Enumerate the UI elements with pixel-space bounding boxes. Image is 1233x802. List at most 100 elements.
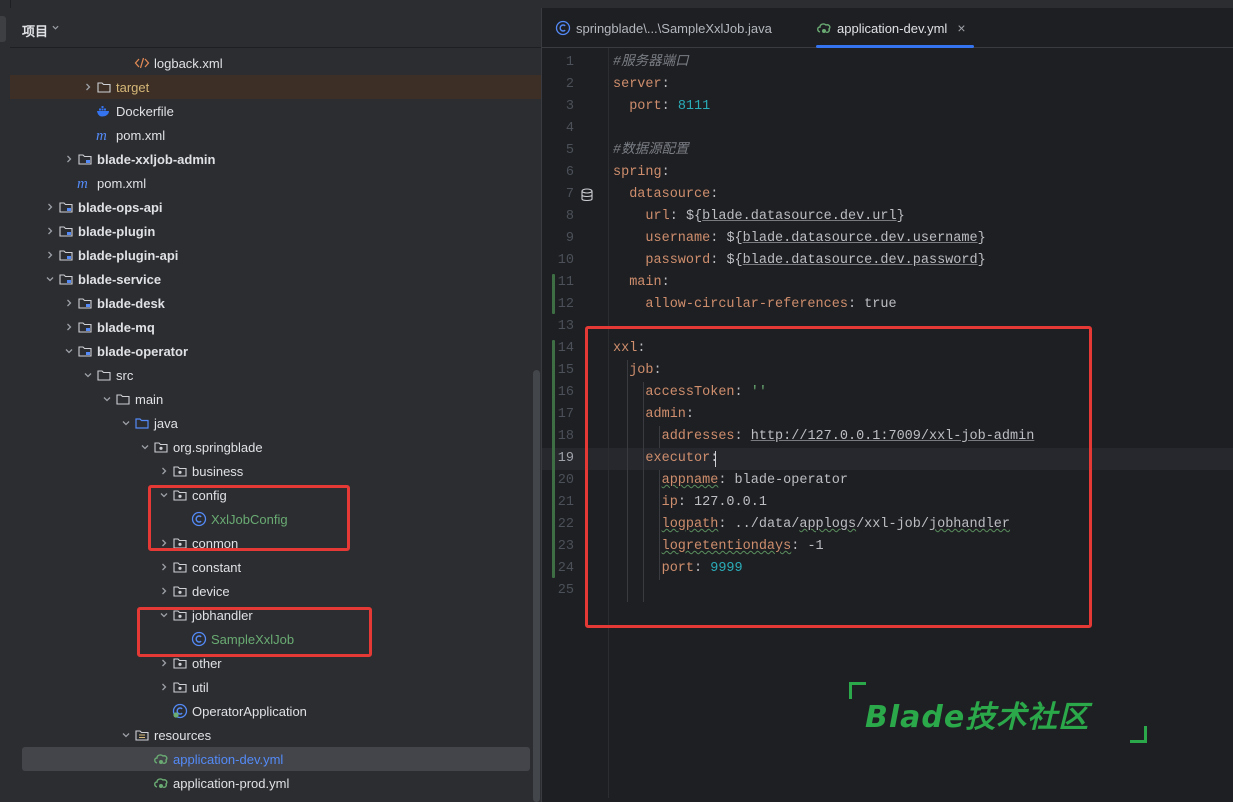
tree-item-xxljobconfig[interactable]: XxlJobConfig (10, 507, 541, 531)
chevron-right-icon[interactable] (61, 315, 77, 339)
chevron-down-icon[interactable] (156, 603, 172, 627)
code-line[interactable]: 1 #服务器端口 (542, 52, 1233, 74)
tree-item-other[interactable]: other (10, 651, 541, 675)
chevron-right-icon[interactable] (156, 555, 172, 579)
tree-item-pom-xml[interactable]: m pom.xml (10, 171, 541, 195)
tree-item-operatorapplication[interactable]: OperatorApplication (10, 699, 541, 723)
close-icon[interactable]: × (957, 20, 965, 36)
code-line[interactable]: 7 datasource: (542, 184, 1233, 206)
code-line[interactable]: 25 (542, 580, 1233, 602)
tree-item-device[interactable]: device (10, 579, 541, 603)
chevron-right-icon[interactable] (156, 651, 172, 675)
tree-item-conmon[interactable]: conmon (10, 531, 541, 555)
code-line[interactable]: 10 password: ${blade.datasource.dev.pass… (542, 250, 1233, 272)
code-line[interactable]: 6 spring: (542, 162, 1233, 184)
code-line[interactable]: 20 appname: blade-operator (542, 470, 1233, 492)
code-text: #服务器端口 (613, 55, 689, 70)
code-line[interactable]: 23 logretentiondays: -1 (542, 536, 1233, 558)
vcs-change-marker[interactable] (552, 274, 555, 314)
code-line[interactable]: 2 server: (542, 74, 1233, 96)
code-line[interactable]: 21 ip: 127.0.0.1 (542, 492, 1233, 514)
tree-item-config[interactable]: config (10, 483, 541, 507)
chevron-right-icon[interactable] (61, 291, 77, 315)
code-line[interactable]: 8 url: ${blade.datasource.dev.url} (542, 206, 1233, 228)
code-line[interactable]: 22 logpath: ../data/applogs/xxl-job/jobh… (542, 514, 1233, 536)
tree-item-blade-operator[interactable]: blade-operator (10, 339, 541, 363)
tree-item-main[interactable]: main (10, 387, 541, 411)
tree-item-blade-ops-api[interactable]: blade-ops-api (10, 195, 541, 219)
chevron-right-icon[interactable] (156, 675, 172, 699)
tree-item-label: jobhandler (192, 607, 253, 623)
chevron-right-icon[interactable] (42, 219, 58, 243)
code-line[interactable]: 3 port: 8111 (542, 96, 1233, 118)
module-icon (58, 247, 74, 263)
chevron-right-icon[interactable] (80, 75, 96, 99)
tree-item-dockerfile[interactable]: Dockerfile (10, 99, 541, 123)
vcs-change-marker[interactable] (552, 340, 555, 578)
project-panel-title[interactable]: 项目 (22, 21, 48, 40)
code-line[interactable]: 4 (542, 118, 1233, 140)
code-line[interactable]: 12 allow-circular-references: true (542, 294, 1233, 316)
code-line[interactable]: 5 #数据源配置 (542, 140, 1233, 162)
tree-item-blade-plugin[interactable]: blade-plugin (10, 219, 541, 243)
tree-item-label: device (192, 583, 230, 599)
code-line[interactable]: 18 addresses: http://127.0.0.1:7009/xxl-… (542, 426, 1233, 448)
tree-item-blade-service[interactable]: blade-service (10, 267, 541, 291)
tree-item-constant[interactable]: constant (10, 555, 541, 579)
tree-item-util[interactable]: util (10, 675, 541, 699)
tree-item-application-prod-yml[interactable]: application-prod.yml (10, 771, 541, 795)
code-line[interactable]: 19 executor: (542, 448, 1233, 470)
chevron-down-icon[interactable] (118, 411, 134, 435)
tree-item-java[interactable]: java (10, 411, 541, 435)
chevron-right-icon[interactable] (42, 195, 58, 219)
tree-scrollbar[interactable] (533, 370, 540, 802)
tree-item-blade-plugin-api[interactable]: blade-plugin-api (10, 243, 541, 267)
package-icon (172, 487, 188, 503)
database-icon[interactable] (580, 188, 594, 202)
tree-item-org-springblade[interactable]: org.springblade (10, 435, 541, 459)
project-tool-indicator[interactable] (0, 16, 6, 42)
tree-item-pom-xml[interactable]: m pom.xml (10, 123, 541, 147)
chevron-down-icon[interactable] (118, 723, 134, 747)
chevron-down-icon[interactable] (61, 339, 77, 363)
chevron-down-icon[interactable] (99, 387, 115, 411)
tree-item-target[interactable]: target (10, 75, 541, 99)
code-line[interactable]: 17 admin: (542, 404, 1233, 426)
tree-item-logback-xml[interactable]: logback.xml (10, 51, 541, 75)
chevron-right-icon[interactable] (156, 531, 172, 555)
chevron-down-icon[interactable] (137, 435, 153, 459)
code-line[interactable]: 15 job: (542, 360, 1233, 382)
tab-label: springblade\...\SampleXxlJob.java (576, 20, 772, 36)
chevron-down-icon[interactable] (80, 363, 96, 387)
line-number: 2 (565, 77, 574, 92)
chevron-right-icon[interactable] (156, 459, 172, 483)
chevron-right-icon[interactable] (42, 243, 58, 267)
code-line[interactable]: 16 accessToken: '' (542, 382, 1233, 404)
code-text: username: ${blade.datasource.dev.usernam… (645, 231, 986, 246)
code-line[interactable]: 9 username: ${blade.datasource.dev.usern… (542, 228, 1233, 250)
tree-item-jobhandler[interactable]: jobhandler (10, 603, 541, 627)
yaml-icon (816, 20, 832, 36)
tree-item-blade-desk[interactable]: blade-desk (10, 291, 541, 315)
chevron-down-icon[interactable] (42, 267, 58, 291)
tree-item-samplexxljob[interactable]: SampleXxlJob (10, 627, 541, 651)
tab-samplexxljob[interactable]: springblade\...\SampleXxlJob.java (555, 8, 772, 48)
code-line[interactable]: 24 port: 9999 (542, 558, 1233, 580)
tree-item-application-dev-yml[interactable]: application-dev.yml (22, 747, 530, 771)
docker-icon (96, 103, 112, 119)
code-line[interactable]: 14 xxl: (542, 338, 1233, 360)
tree-item-resources[interactable]: resources (10, 723, 541, 747)
tree-item-blade-mq[interactable]: blade-mq (10, 315, 541, 339)
code-line[interactable]: 13 (542, 316, 1233, 338)
tab-application-dev[interactable]: application-dev.yml × (816, 8, 974, 48)
tree-item-src[interactable]: src (10, 363, 541, 387)
tree-item-blade-xxljob-admin[interactable]: blade-xxljob-admin (10, 147, 541, 171)
chevron-down-icon[interactable] (52, 24, 59, 31)
chevron-right-icon[interactable] (156, 579, 172, 603)
code-line[interactable]: 11 main: (542, 272, 1233, 294)
line-number: 17 (557, 407, 574, 422)
tree-item-label: logback.xml (154, 55, 223, 71)
chevron-right-icon[interactable] (61, 147, 77, 171)
chevron-down-icon[interactable] (156, 483, 172, 507)
tree-item-business[interactable]: business (10, 459, 541, 483)
